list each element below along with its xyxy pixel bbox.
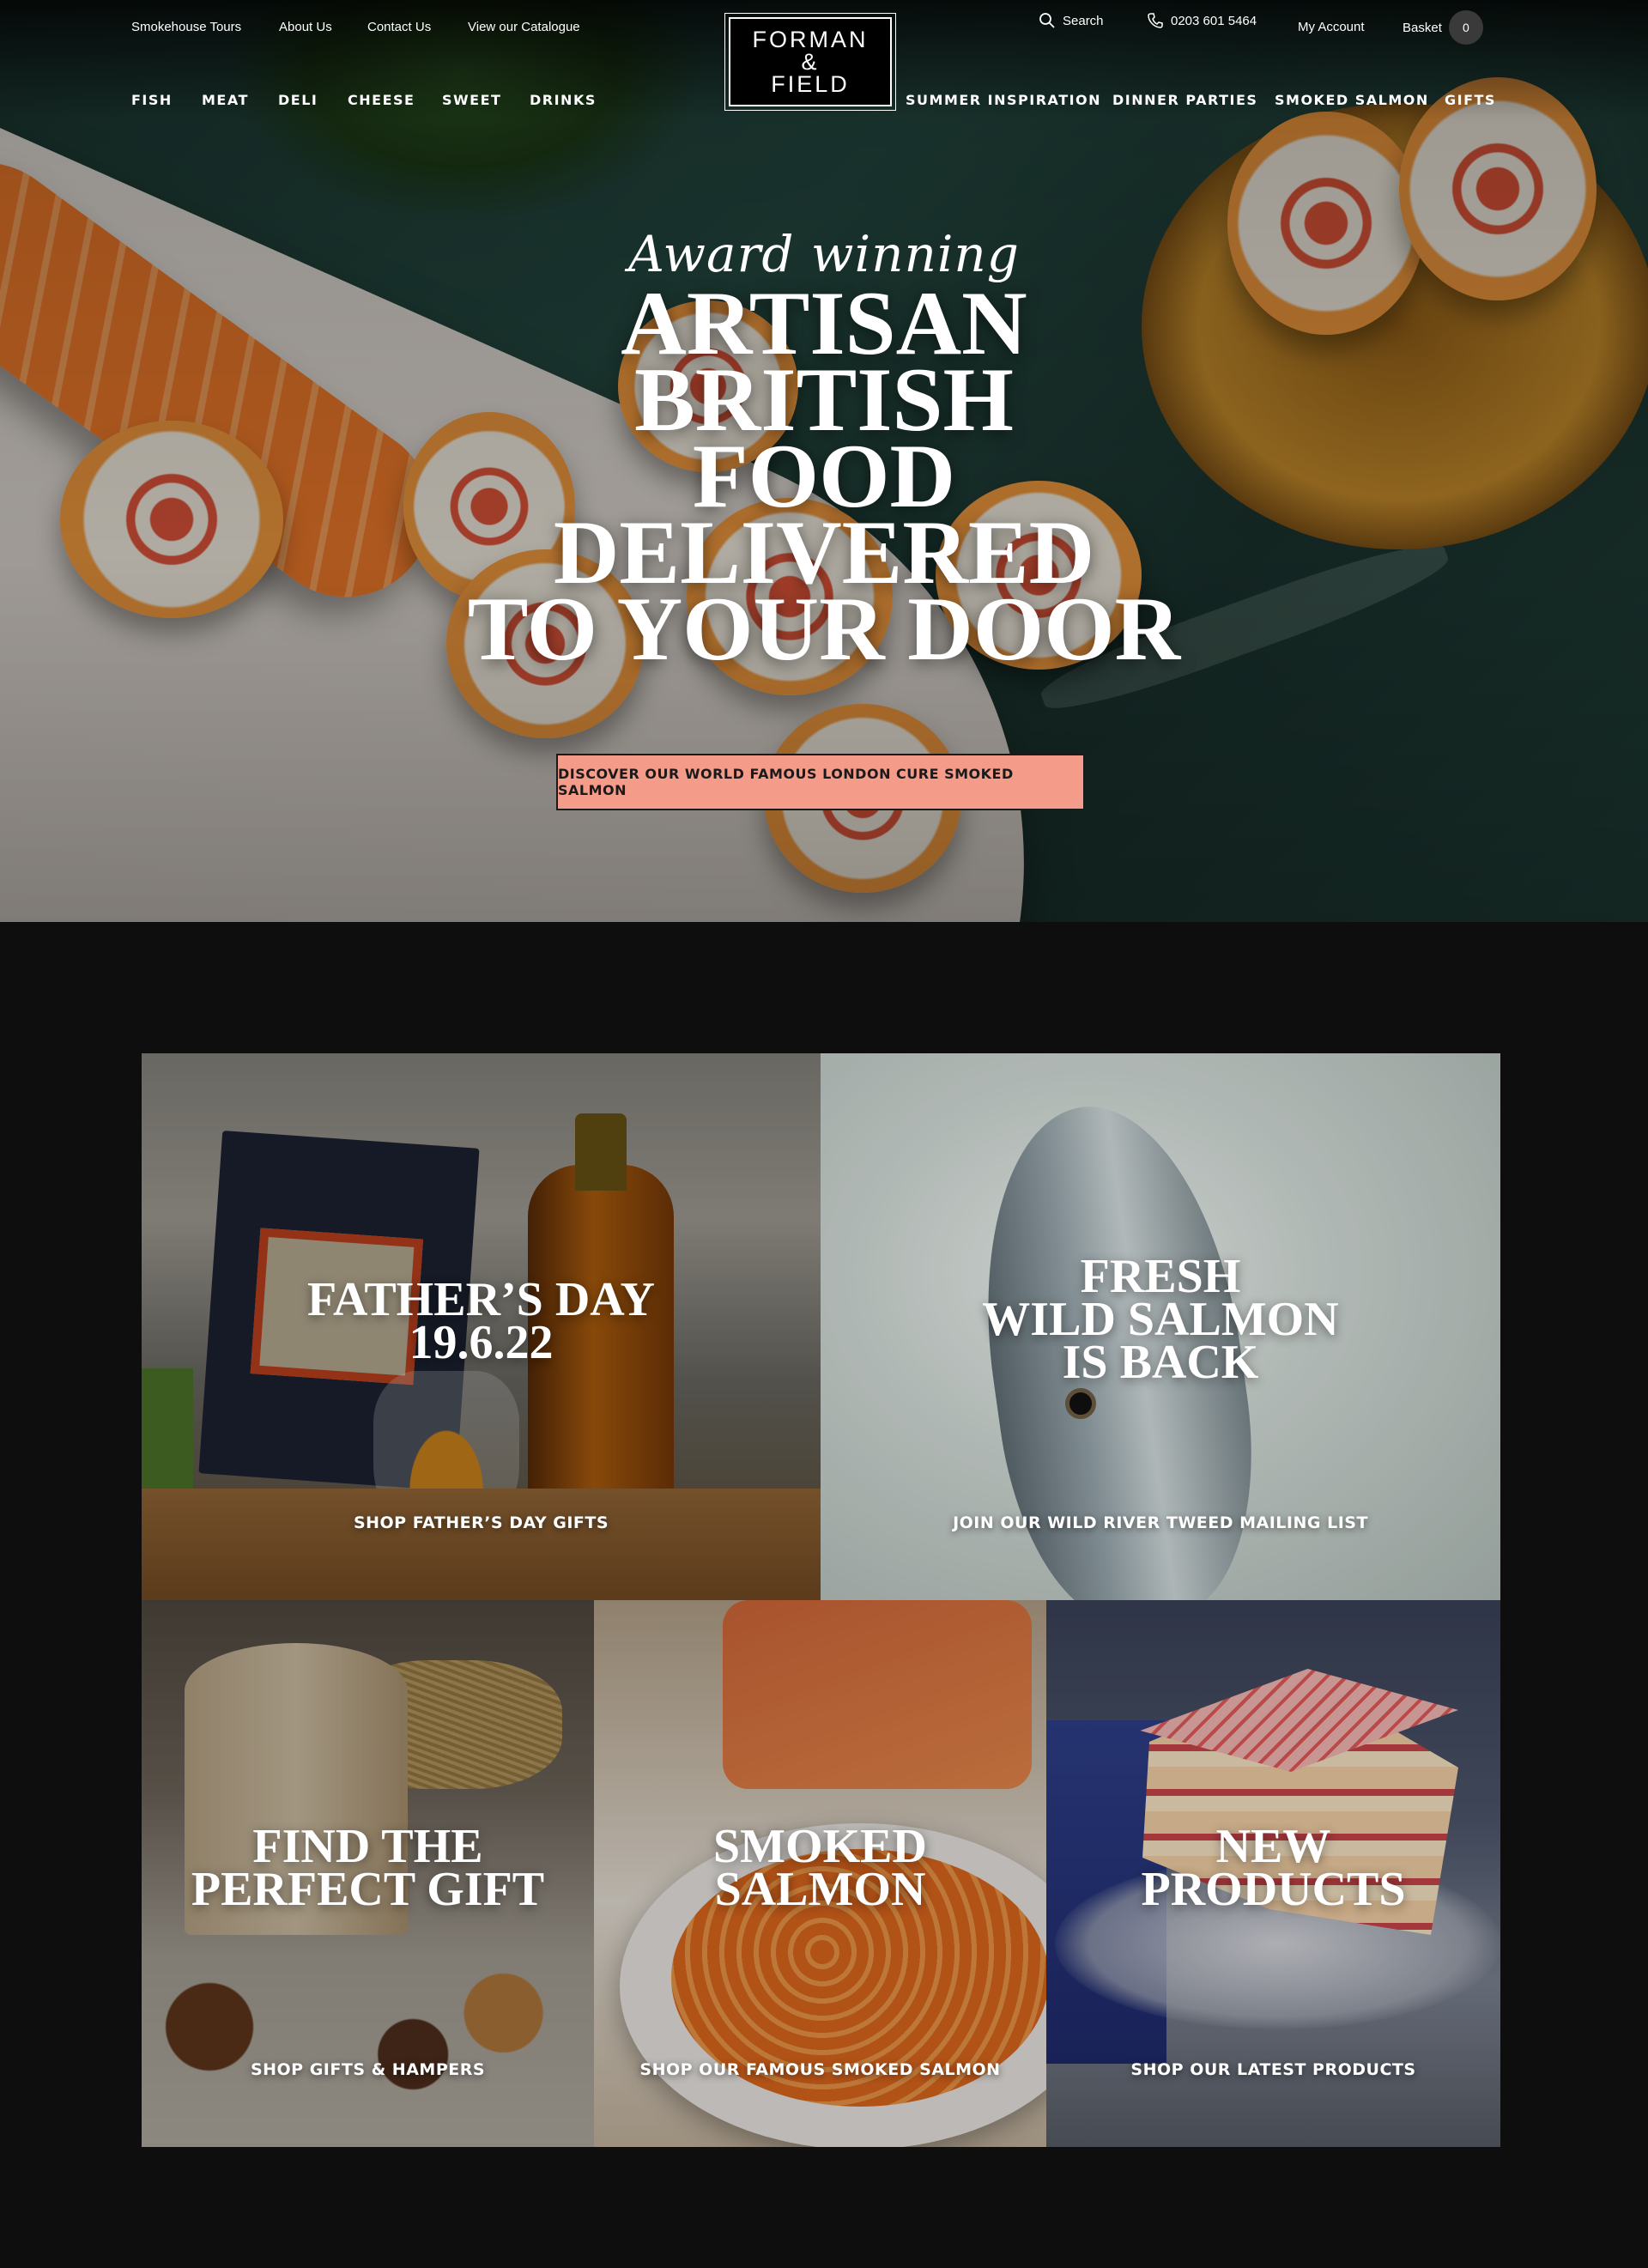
nav-cheese[interactable]: CHEESE: [348, 92, 415, 108]
hero-banner: Smokehouse Tours About Us Contact Us Vie…: [0, 0, 1648, 922]
search-icon: [1039, 13, 1055, 28]
tile-perfect-gift[interactable]: FIND THE PERFECT GIFT SHOP GIFTS & HAMPE…: [142, 1600, 594, 2147]
nav-sweet[interactable]: SWEET: [442, 92, 501, 108]
tile-title-line: NEW: [1215, 1820, 1331, 1873]
tile-title: FATHER’S DAY 19.6.22: [142, 1273, 821, 1369]
nav-meat[interactable]: MEAT: [202, 92, 249, 108]
tile-title-line: 19.6.22: [409, 1316, 554, 1369]
basket-count-badge: 0: [1448, 10, 1483, 45]
tile-title-line: FIND THE: [252, 1820, 483, 1873]
tile-title-line: SMOKED: [713, 1820, 927, 1873]
link-smokehouse-tours[interactable]: Smokehouse Tours: [131, 20, 241, 34]
tile-link: SHOP GIFTS & HAMPERS: [250, 2060, 486, 2079]
tile-link: JOIN OUR WILD RIVER TWEED MAILING LIST: [953, 1513, 1368, 1532]
tile-title: SMOKED SALMON: [594, 1820, 1046, 1916]
footer-edge: [0, 2263, 1648, 2268]
search-label: Search: [1063, 13, 1104, 28]
nav-fish[interactable]: FISH: [131, 92, 173, 108]
tile-title: FIND THE PERFECT GIFT: [142, 1820, 594, 1916]
tile-title-line: PERFECT GIFT: [191, 1863, 545, 1916]
tile-title-line: WILD SALMON: [982, 1293, 1339, 1346]
nav-smoked-salmon[interactable]: SMOKED SALMON: [1275, 92, 1429, 108]
nav-dinner-parties[interactable]: DINNER PARTIES: [1112, 92, 1257, 108]
tile-title-line: FATHER’S DAY: [306, 1273, 655, 1326]
hero-headline: ARTISAN BRITISH FOOD DELIVERED TO YOUR D…: [0, 278, 1648, 679]
phone-icon: [1148, 13, 1163, 28]
site-logo[interactable]: FORMAN & FIELD: [724, 13, 896, 111]
nav-drinks[interactable]: DRINKS: [530, 92, 597, 108]
tile-title-line: SALMON: [714, 1863, 926, 1916]
logo-text-ampersand: &: [801, 49, 820, 75]
tile-fathers-day[interactable]: FATHER’S DAY 19.6.22 SHOP FATHER’S DAY G…: [142, 1053, 821, 1600]
tile-link: SHOP OUR FAMOUS SMOKED SALMON: [639, 2060, 1001, 2079]
search-button[interactable]: Search: [1039, 12, 1104, 29]
link-contact-us[interactable]: Contact Us: [367, 20, 431, 34]
phone-link[interactable]: 0203 601 5464: [1147, 12, 1257, 29]
tile-title-line: IS BACK: [1062, 1336, 1259, 1389]
tile-new-products[interactable]: NEW PRODUCTS SHOP OUR LATEST PRODUCTS: [1046, 1600, 1500, 2147]
logo-text-forman: FORMAN: [752, 27, 869, 52]
basket-button[interactable]: Basket 0: [1403, 10, 1483, 45]
logo-text-field: FIELD: [771, 71, 850, 97]
tile-link: SHOP OUR LATEST PRODUCTS: [1130, 2060, 1416, 2079]
phone-number: 0203 601 5464: [1171, 13, 1257, 28]
tile-link: SHOP FATHER’S DAY GIFTS: [353, 1513, 609, 1532]
basket-label: Basket: [1403, 20, 1442, 35]
tile-title: FRESH WILD SALMON IS BACK: [821, 1250, 1500, 1389]
hero-headline-line: TO YOUR DOOR: [467, 579, 1181, 679]
tile-title: NEW PRODUCTS: [1046, 1820, 1500, 1916]
tile-smoked-salmon[interactable]: SMOKED SALMON SHOP OUR FAMOUS SMOKED SAL…: [594, 1600, 1046, 2147]
tile-wild-salmon[interactable]: FRESH WILD SALMON IS BACK JOIN OUR WILD …: [821, 1053, 1500, 1600]
hero-cta-button[interactable]: DISCOVER OUR WORLD FAMOUS LONDON CURE SM…: [556, 754, 1085, 810]
tile-title-line: PRODUCTS: [1141, 1863, 1406, 1916]
link-view-catalogue[interactable]: View our Catalogue: [468, 20, 580, 34]
nav-gifts[interactable]: GIFTS: [1445, 92, 1496, 108]
nav-deli[interactable]: DELI: [278, 92, 318, 108]
link-my-account[interactable]: My Account: [1298, 20, 1365, 34]
tile-title-line: FRESH: [1080, 1250, 1241, 1303]
link-about-us[interactable]: About Us: [279, 20, 332, 34]
nav-summer-inspiration[interactable]: SUMMER INSPIRATION: [906, 92, 1101, 108]
